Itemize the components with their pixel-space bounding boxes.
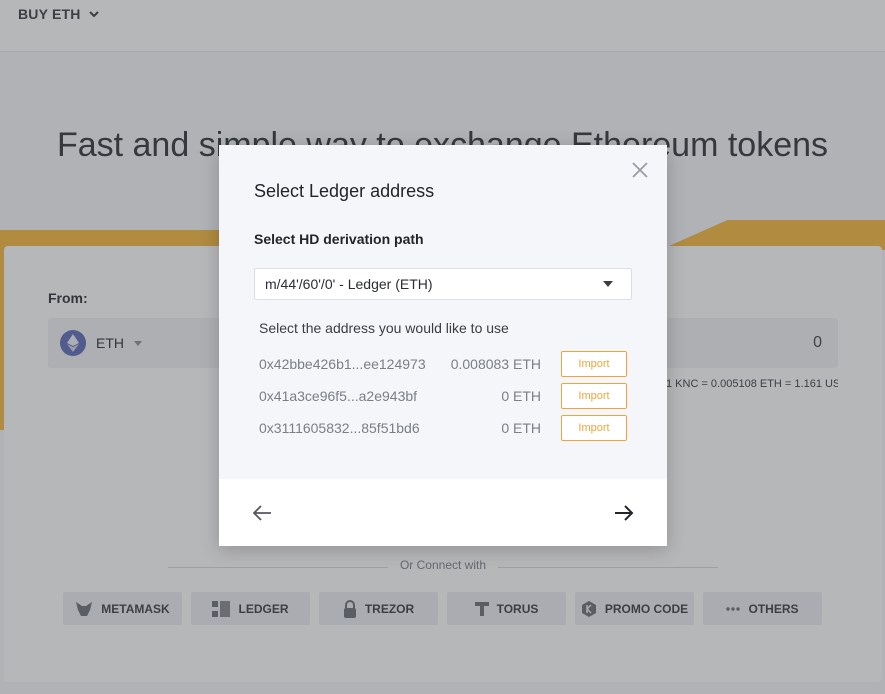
hd-path-label: Select HD derivation path: [254, 231, 424, 247]
hd-path-value: m/44'/60'/0' - Ledger (ETH): [265, 276, 433, 292]
address-text: 0x41a3ce96f5...a2e943bf: [259, 388, 418, 404]
address-prompt: Select the address you would like to use: [259, 320, 509, 336]
modal-title: Select Ledger address: [254, 181, 435, 201]
address-text: 0x3111605832...85f51bd6: [259, 420, 420, 436]
close-icon[interactable]: [631, 161, 649, 179]
import-button[interactable]: Import: [561, 383, 627, 409]
modal-footer: [219, 479, 667, 546]
hd-path-select[interactable]: m/44'/60'/0' - Ledger (ETH): [254, 268, 632, 300]
address-row: 0x41a3ce96f5...a2e943bf 0 ETH Import: [259, 382, 629, 410]
arrow-left-icon[interactable]: [251, 503, 273, 523]
import-button[interactable]: Import: [561, 415, 627, 441]
address-row: 0x42bbe426b1...ee124973 0.008083 ETH Imp…: [259, 350, 629, 378]
import-button[interactable]: Import: [561, 351, 627, 377]
address-balance: 0 ETH: [501, 420, 541, 436]
ledger-address-modal: Select Ledger address Select HD derivati…: [219, 145, 667, 546]
address-text: 0x42bbe426b1...ee124973: [259, 356, 426, 372]
caret-down-icon: [603, 281, 613, 287]
address-balance: 0 ETH: [501, 388, 541, 404]
address-row: 0x3111605832...85f51bd6 0 ETH Import: [259, 414, 629, 442]
arrow-right-icon[interactable]: [613, 503, 635, 523]
address-balance: 0.008083 ETH: [450, 356, 541, 372]
